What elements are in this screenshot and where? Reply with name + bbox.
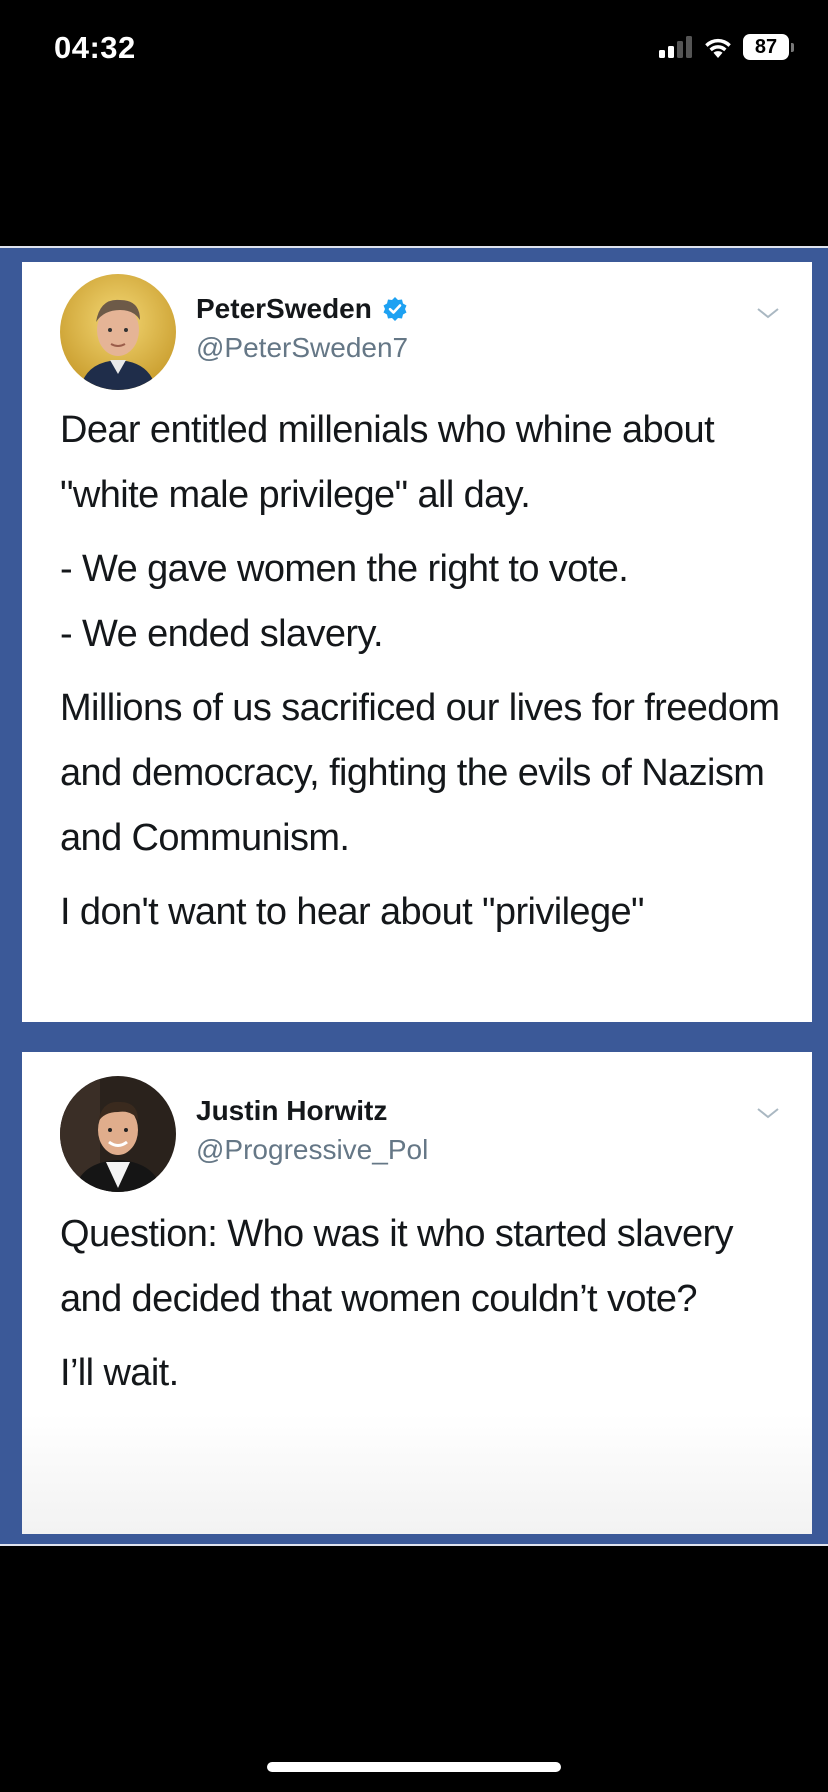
avatar xyxy=(60,1076,176,1192)
tweet-paragraph: Dear entitled millenials who whine about… xyxy=(60,409,715,516)
wifi-icon xyxy=(705,38,731,58)
tweet-paragraph: - We gave women the right to vote. xyxy=(60,548,629,590)
tweet-screenshot: PeterSweden @PeterSweden7 Dear entitled … xyxy=(0,246,828,1546)
display-name-text: Justin Horwitz xyxy=(196,1095,388,1126)
tweet-paragraph: I don't want to hear about "privilege" xyxy=(60,891,645,933)
display-name[interactable]: Justin Horwitz xyxy=(196,1094,428,1128)
status-icons: 87 xyxy=(659,34,794,60)
battery-level: 87 xyxy=(743,34,789,60)
author-block: PeterSweden @PeterSweden7 xyxy=(196,292,408,364)
handle[interactable]: @PeterSweden7 xyxy=(196,332,408,364)
display-name[interactable]: PeterSweden xyxy=(196,292,408,326)
avatar xyxy=(60,274,176,390)
tweet-paragraph: - We ended slavery. xyxy=(60,613,384,655)
display-name-text: PeterSweden xyxy=(196,293,372,324)
status-bar: 04:32 87 xyxy=(0,0,828,100)
verified-badge-icon xyxy=(383,297,407,321)
tweet-text: Question: Who was it who started slavery… xyxy=(60,1202,782,1415)
tweet-paragraph: Millions of us sacrificed our lives for … xyxy=(60,687,780,859)
status-time: 04:32 xyxy=(54,30,136,65)
avatar-photo xyxy=(60,274,176,390)
chevron-down-icon[interactable] xyxy=(754,304,782,322)
avatar-photo xyxy=(60,1076,176,1192)
chevron-down-icon[interactable] xyxy=(754,1104,782,1122)
cellular-signal-icon xyxy=(659,36,692,58)
author-block: Justin Horwitz @Progressive_Pol xyxy=(196,1094,428,1166)
tweet-text: Dear entitled millenials who whine about… xyxy=(60,398,782,954)
home-indicator[interactable] xyxy=(267,1762,561,1772)
handle[interactable]: @Progressive_Pol xyxy=(196,1134,428,1166)
tweet-paragraph: Question: Who was it who started slavery… xyxy=(60,1213,734,1320)
tweet-justin-horwitz: Justin Horwitz @Progressive_Pol Question… xyxy=(22,1052,812,1534)
battery-cap xyxy=(791,42,794,52)
battery-icon: 87 xyxy=(743,34,794,60)
tweet-peter-sweden: PeterSweden @PeterSweden7 Dear entitled … xyxy=(22,262,812,1022)
tweet-paragraph: I’ll wait. xyxy=(60,1352,179,1394)
